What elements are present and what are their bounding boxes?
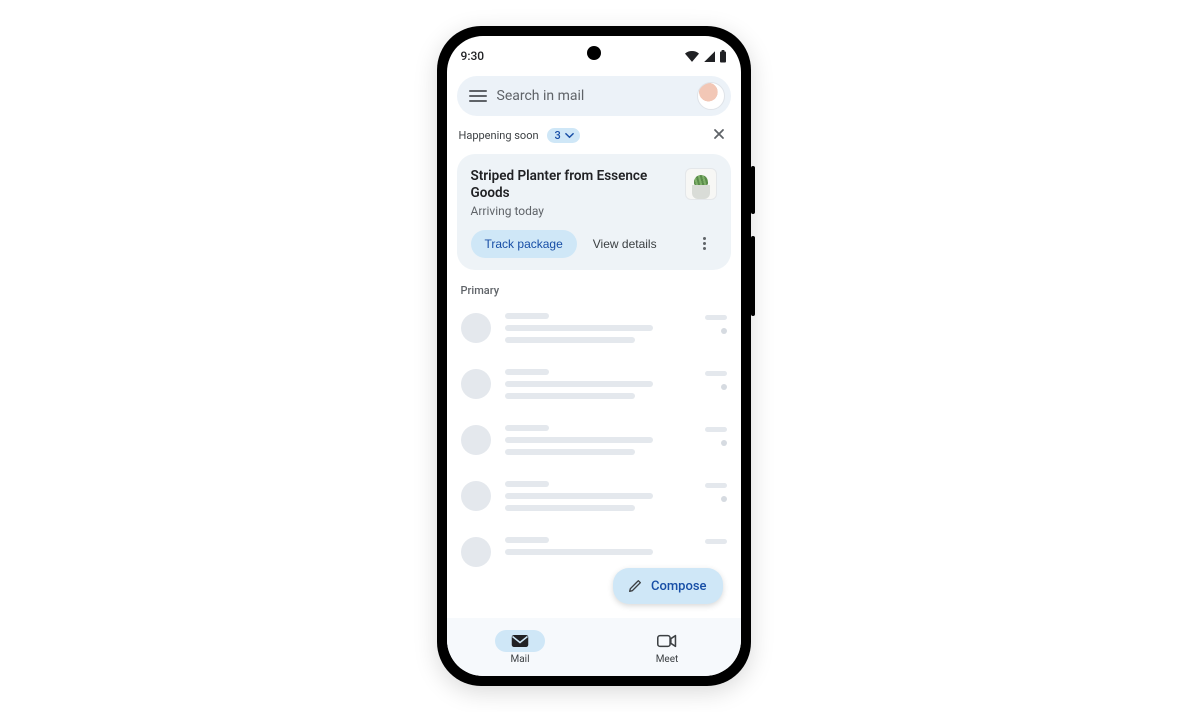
skeleton-line <box>505 381 654 387</box>
happening-soon-chip[interactable]: 3 <box>547 128 580 143</box>
skeleton-line <box>505 337 635 343</box>
search-placeholder: Search in mail <box>497 88 687 104</box>
skeleton-line <box>505 313 550 319</box>
nav-mail-label: Mail <box>510 654 529 665</box>
package-subtitle: Arriving today <box>471 204 675 218</box>
skeleton-time <box>705 539 727 544</box>
account-avatar[interactable] <box>697 82 725 110</box>
skeleton-time <box>705 371 727 376</box>
list-item[interactable] <box>461 303 727 359</box>
video-icon <box>657 634 677 648</box>
skeleton-line <box>505 325 654 331</box>
screen: 9:30 Search in mai <box>447 36 741 676</box>
skeleton-dot <box>721 384 727 390</box>
avatar-placeholder <box>461 425 491 455</box>
more-options-icon[interactable] <box>693 233 717 254</box>
avatar-placeholder <box>461 313 491 343</box>
list-item[interactable] <box>461 359 727 415</box>
skeleton-line <box>505 505 635 511</box>
menu-icon[interactable] <box>469 90 487 102</box>
primary-section-label: Primary <box>447 282 741 303</box>
skeleton-line <box>505 549 654 555</box>
power-button <box>751 166 755 214</box>
package-title: Striped Planter from Essence Goods <box>471 168 675 202</box>
nav-mail[interactable]: Mail <box>447 618 594 676</box>
package-thumbnail <box>685 168 717 200</box>
nav-meet-label: Meet <box>656 654 679 665</box>
mail-icon <box>511 634 529 648</box>
front-camera <box>587 46 601 60</box>
skeleton-time <box>705 483 727 488</box>
skeleton-dot <box>721 328 727 334</box>
wifi-icon <box>685 50 699 62</box>
skeleton-line <box>505 393 635 399</box>
skeleton-line <box>505 449 635 455</box>
nav-meet[interactable]: Meet <box>594 618 741 676</box>
avatar-placeholder <box>461 537 491 567</box>
avatar-placeholder <box>461 481 491 511</box>
view-details-button[interactable]: View details <box>589 231 661 257</box>
skeleton-line <box>505 537 550 543</box>
skeleton-dot <box>721 440 727 446</box>
skeleton-line <box>505 481 550 487</box>
message-list[interactable] <box>447 303 741 583</box>
phone-frame: 9:30 Search in mai <box>437 26 751 686</box>
skeleton-time <box>705 427 727 432</box>
track-package-button[interactable]: Track package <box>471 230 577 258</box>
happening-soon-label: Happening soon <box>459 129 539 142</box>
skeleton-line <box>505 425 550 431</box>
chevron-down-icon <box>565 131 574 140</box>
pencil-icon <box>627 578 643 594</box>
package-card[interactable]: Striped Planter from Essence Goods Arriv… <box>457 154 731 270</box>
cell-signal-icon <box>703 50 715 62</box>
battery-icon <box>719 50 727 63</box>
list-item[interactable] <box>461 471 727 527</box>
status-time: 9:30 <box>461 49 485 63</box>
skeleton-line <box>505 369 550 375</box>
compose-label: Compose <box>651 579 707 594</box>
skeleton-dot <box>721 496 727 502</box>
avatar-placeholder <box>461 369 491 399</box>
skeleton-line <box>505 437 654 443</box>
search-bar[interactable]: Search in mail <box>457 76 731 116</box>
list-item[interactable] <box>461 415 727 471</box>
skeleton-time <box>705 315 727 320</box>
bottom-nav: Mail Meet <box>447 618 741 676</box>
planter-icon <box>692 185 710 199</box>
volume-button <box>751 236 755 316</box>
happening-soon-count: 3 <box>555 129 561 142</box>
close-icon[interactable] <box>711 126 729 144</box>
skeleton-line <box>505 493 654 499</box>
happening-soon-row: Happening soon 3 <box>447 124 741 150</box>
compose-button[interactable]: Compose <box>613 568 723 604</box>
